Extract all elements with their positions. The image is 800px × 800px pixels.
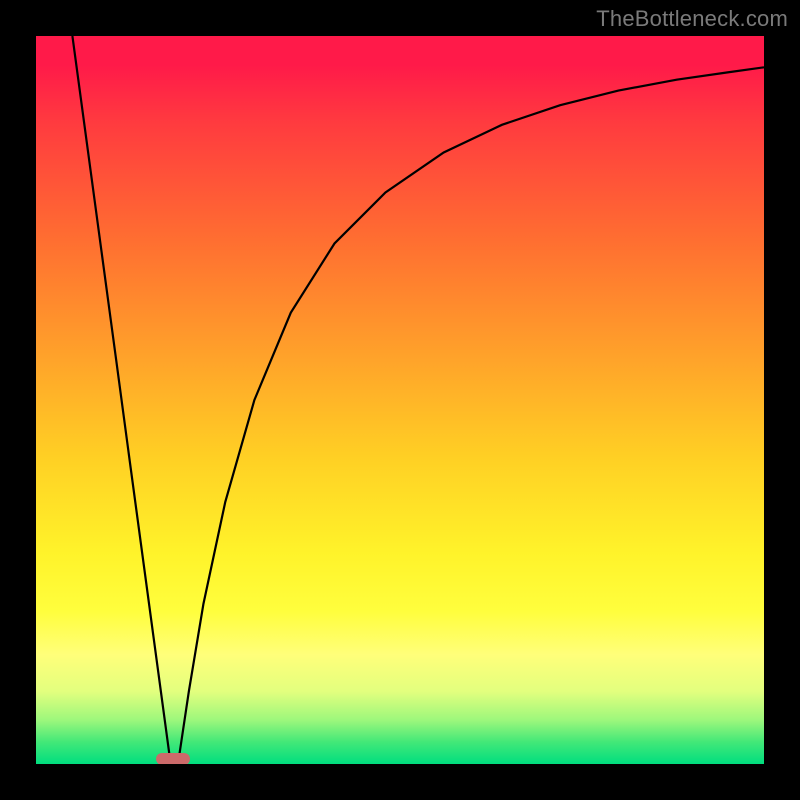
curve-svg	[36, 36, 764, 764]
watermark-label: TheBottleneck.com	[596, 6, 788, 32]
bottom-marker	[156, 753, 190, 764]
curve-left	[72, 36, 170, 764]
chart-frame: TheBottleneck.com	[0, 0, 800, 800]
plot-area	[36, 36, 764, 764]
curve-right	[178, 67, 764, 764]
